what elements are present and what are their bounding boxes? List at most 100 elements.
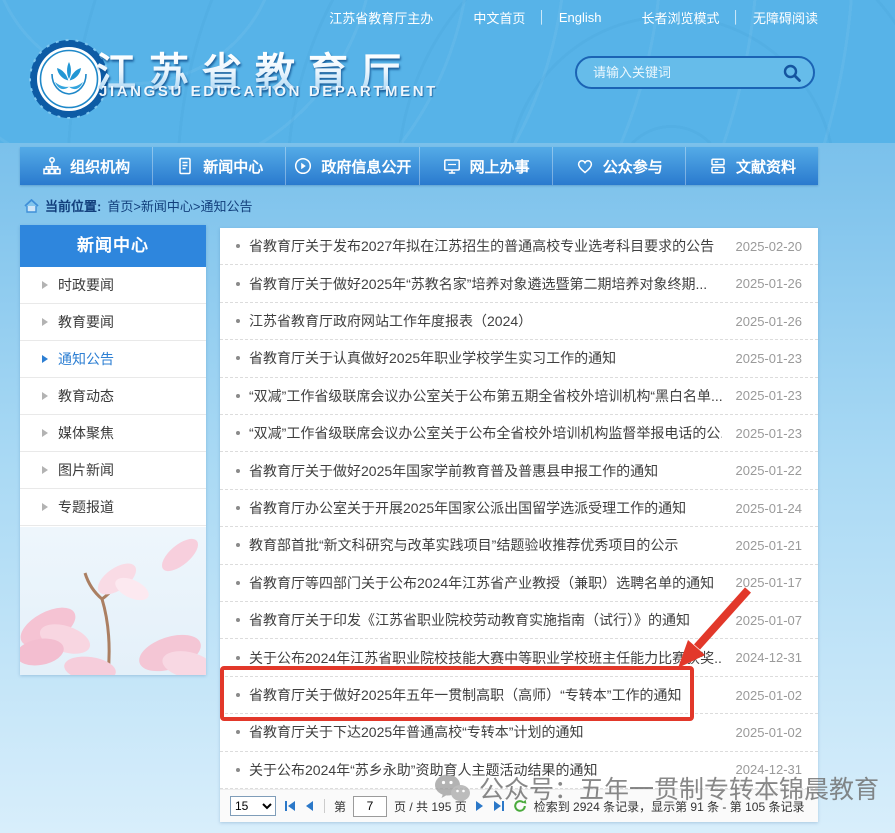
news-list-item[interactable]: 省教育厅办公室关于开展2025年国家公派出国留学选派受理工作的通知 2025-0… (220, 490, 818, 527)
next-page-button[interactable] (474, 801, 485, 811)
nav-label: 组织机构 (70, 156, 130, 177)
news-list-item[interactable]: 省教育厅关于认真做好2025年职业学校学生实习工作的通知 2025-01-23 (220, 340, 818, 377)
news-list-item[interactable]: 江苏省教育厅政府网站工作年度报表（2024） 2025-01-26 (220, 303, 818, 340)
news-title-link[interactable]: 省教育厅关于发布2027年拟在江苏招生的普通高校专业选考科目要求的公告 (249, 236, 722, 256)
news-list-item[interactable]: 省教育厅关于做好2025年五年一贯制高职（高师）“专转本”工作的通知 2025-… (220, 677, 818, 714)
page-number-input[interactable] (353, 796, 387, 817)
bullet-icon (236, 768, 240, 772)
news-list-item[interactable]: 关于公布2024年“苏乡永助”资助育人主题活动结果的通知 2024-12-31 (220, 752, 818, 789)
news-list-item[interactable]: “双减”工作省级联席会议办公室关于公布全省校外培训机构监督举报电话的公... 2… (220, 415, 818, 452)
sidebar-item[interactable]: 通知公告 (20, 341, 206, 378)
bullet-icon (236, 543, 240, 547)
prev-page-button[interactable] (304, 801, 315, 811)
news-title-link[interactable]: 省教育厅办公室关于开展2025年国家公派出国留学选派受理工作的通知 (249, 498, 722, 518)
topbar-link-accessibility[interactable]: 无障碍阅读 (753, 8, 818, 27)
nav-item-public-participation[interactable]: 公众参与 (553, 147, 686, 185)
site-subtitle: JIANGSU EDUCATION DEPARTMENT (99, 83, 438, 100)
news-list-item[interactable]: 省教育厅关于发布2027年拟在江苏招生的普通高校专业选考科目要求的公告 2025… (220, 228, 818, 265)
search-box[interactable] (575, 56, 815, 89)
search-icon[interactable] (781, 62, 803, 84)
news-title-link[interactable]: 关于公布2024年“苏乡永助”资助育人主题活动结果的通知 (249, 760, 722, 780)
news-title-link[interactable]: 江苏省教育厅政府网站工作年度报表（2024） (249, 311, 722, 331)
news-title-link[interactable]: “双减”工作省级联席会议办公室关于公布全省校外培训机构监督举报电话的公... (249, 423, 722, 443)
news-date: 2025-01-02 (736, 725, 803, 740)
breadcrumb-path[interactable]: 首页>新闻中心>通知公告 (107, 196, 252, 215)
news-list-item[interactable]: 关于公布2024年江苏省职业院校技能大赛中等职业学校班主任能力比赛获奖... 2… (220, 639, 818, 676)
last-page-button[interactable] (492, 801, 506, 811)
bullet-icon (236, 730, 240, 734)
bullet-icon (236, 469, 240, 473)
news-title-link[interactable]: 省教育厅关于认真做好2025年职业学校学生实习工作的通知 (249, 348, 722, 368)
sidebar-item-label: 通知公告 (58, 349, 114, 369)
topbar-link-english[interactable]: English (559, 10, 602, 25)
nav-item-organization[interactable]: 组织机构 (20, 147, 153, 185)
nav-label: 新闻中心 (203, 156, 263, 177)
news-list-item[interactable]: 教育部首批“新文科研究与改革实践项目”结题验收推荐优秀项目的公示 2025-01… (220, 527, 818, 564)
bullet-icon (236, 319, 240, 323)
news-title-link[interactable]: 省教育厅关于做好2025年国家学前教育普及普惠县申报工作的通知 (249, 461, 722, 481)
header-band: 江苏省教育厅主办 中文首页 │ English 长者浏览模式 │ 无障碍阅读 江… (0, 0, 895, 143)
news-title-link[interactable]: 教育部首批“新文科研究与改革实践项目”结题验收推荐优秀项目的公示 (249, 535, 722, 555)
nav-item-news-center[interactable]: 新闻中心 (153, 147, 286, 185)
sidebar-item-label: 媒体聚焦 (58, 423, 114, 443)
info-disclosure-icon (293, 156, 313, 176)
nav-item-online-service[interactable]: 网上办事 (420, 147, 553, 185)
first-page-button[interactable] (283, 801, 297, 811)
news-title-link[interactable]: 省教育厅关于下达2025年普通高校“专转本”计划的通知 (249, 722, 722, 742)
records-summary: 检索到 2924 条记录，显示第 91 条 - 第 105 条记录 (534, 798, 805, 815)
news-list-item[interactable]: 省教育厅关于做好2025年“苏教名家”培养对象遴选暨第二期培养对象终期... 2… (220, 265, 818, 302)
triangle-arrow-icon (42, 503, 48, 511)
sidebar-item[interactable]: 教育要闻 (20, 304, 206, 341)
news-title-link[interactable]: 省教育厅关于做好2025年“苏教名家”培养对象遴选暨第二期培养对象终期... (249, 274, 722, 294)
sidebar-item-label: 教育要闻 (58, 312, 114, 332)
news-date: 2024-12-31 (736, 762, 803, 777)
news-date: 2025-01-02 (736, 688, 803, 703)
news-title-link[interactable]: 省教育厅关于印发《江苏省职业院校劳动教育实施指南（试行）》的通知 (249, 610, 722, 630)
sidebar-item[interactable]: 时政要闻 (20, 267, 206, 304)
sidebar-news-center: 新闻中心 时政要闻 教育要闻 通知公告 教育动态 媒体聚焦 图片新闻 (20, 225, 206, 675)
news-list-item[interactable]: “双减”工作省级联席会议办公室关于公布第五期全省校外培训机构“黑白名单... 2… (220, 378, 818, 415)
triangle-arrow-icon (42, 355, 48, 363)
sidebar-title: 新闻中心 (20, 225, 206, 267)
pagination-bar: 15 第 页 / 共 195 页 检索到 2924 条记录，显示第 91 条 -… (220, 789, 818, 822)
news-list-item[interactable]: 省教育厅关于下达2025年普通高校“专转本”计划的通知 2025-01-02 (220, 714, 818, 751)
topbar-link-elder-mode[interactable]: 长者浏览模式 (641, 8, 719, 27)
topbar-link-host[interactable]: 江苏省教育厅主办 (329, 8, 433, 27)
nav-item-gov-info-disclosure[interactable]: 政府信息公开 (286, 147, 419, 185)
sidebar-item-label: 专题报道 (58, 497, 114, 517)
bullet-icon (236, 581, 240, 585)
sidebar-item[interactable]: 专题报道 (20, 489, 206, 526)
sidebar-item-label: 时政要闻 (58, 275, 114, 295)
nav-item-documents[interactable]: 文献资料 (686, 147, 818, 185)
search-input[interactable] (591, 64, 781, 81)
participation-heart-icon (575, 156, 595, 176)
home-icon (24, 199, 39, 213)
news-title-link[interactable]: 省教育厅关于做好2025年五年一贯制高职（高师）“专转本”工作的通知 (249, 685, 722, 705)
nav-label: 公众参与 (603, 156, 663, 177)
sidebar-item[interactable]: 教育动态 (20, 378, 206, 415)
bullet-icon (236, 506, 240, 510)
news-doc-icon (175, 156, 195, 176)
news-list-item[interactable]: 省教育厅关于做好2025年国家学前教育普及普惠县申报工作的通知 2025-01-… (220, 452, 818, 489)
news-list-item[interactable]: 省教育厅关于印发《江苏省职业院校劳动教育实施指南（试行）》的通知 2025-01… (220, 602, 818, 639)
news-title-link[interactable]: 关于公布2024年江苏省职业院校技能大赛中等职业学校班主任能力比赛获奖... (249, 648, 722, 668)
bullet-icon (236, 394, 240, 398)
news-list-item[interactable]: 省教育厅等四部门关于公布2024年江苏省产业教授（兼职）选聘名单的通知 2025… (220, 565, 818, 602)
bullet-icon (236, 656, 240, 660)
breadcrumb: 当前位置: 首页>新闻中心>通知公告 (24, 196, 253, 215)
breadcrumb-prefix: 当前位置: (45, 196, 101, 215)
bullet-icon (236, 618, 240, 622)
news-title-link[interactable]: “双减”工作省级联席会议办公室关于公布第五期全省校外培训机构“黑白名单... (249, 386, 722, 406)
documents-archive-icon (708, 156, 728, 176)
sidebar-item[interactable]: 图片新闻 (20, 452, 206, 489)
topbar-link-chinese-home[interactable]: 中文首页 (473, 8, 525, 27)
page-size-select[interactable]: 15 (230, 796, 276, 816)
news-title-link[interactable]: 省教育厅等四部门关于公布2024年江苏省产业教授（兼职）选聘名单的通知 (249, 573, 722, 593)
refresh-icon[interactable] (513, 799, 527, 813)
main-navigation: 组织机构 新闻中心 政府信息公开 网上办事 公众参与 (20, 147, 818, 185)
triangle-arrow-icon (42, 429, 48, 437)
topbar-divider: │ (538, 10, 546, 24)
sidebar-item[interactable]: 媒体聚焦 (20, 415, 206, 452)
topbar-divider: │ (732, 10, 740, 24)
news-date: 2025-01-24 (736, 501, 803, 516)
